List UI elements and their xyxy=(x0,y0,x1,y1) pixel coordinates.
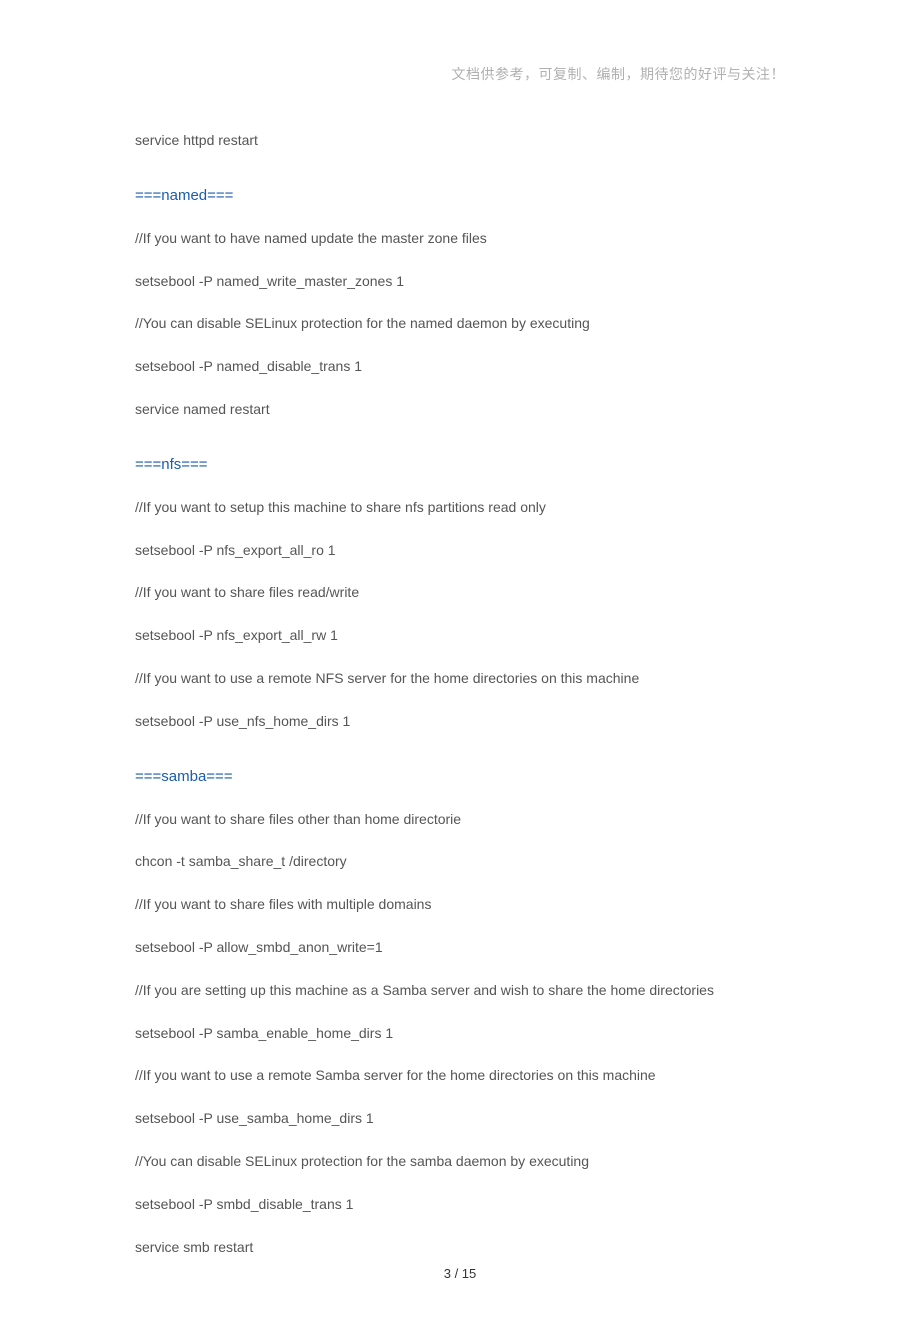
code-line: //If you want to use a remote NFS server… xyxy=(135,670,785,687)
code-line: //If you want to share files read/write xyxy=(135,584,785,601)
code-line: setsebool -P named_disable_trans 1 xyxy=(135,358,785,375)
page-number: 3 / 15 xyxy=(0,1266,920,1281)
code-line: //You can disable SELinux protection for… xyxy=(135,315,785,332)
section-heading-named: ===named=== xyxy=(135,187,785,204)
code-line: service smb restart xyxy=(135,1239,785,1256)
code-line: setsebool -P samba_enable_home_dirs 1 xyxy=(135,1025,785,1042)
code-line: service httpd restart xyxy=(135,132,785,149)
section-heading-nfs: ===nfs=== xyxy=(135,456,785,473)
code-line: setsebool -P use_samba_home_dirs 1 xyxy=(135,1110,785,1127)
code-line: //If you want to setup this machine to s… xyxy=(135,499,785,516)
header-note: 文档供参考，可复制、编制，期待您的好评与关注！ xyxy=(135,64,785,84)
code-line: setsebool -P nfs_export_all_ro 1 xyxy=(135,542,785,559)
section-heading-samba: ===samba=== xyxy=(135,768,785,785)
code-line: //If you want to use a remote Samba serv… xyxy=(135,1067,785,1084)
code-line: setsebool -P named_write_master_zones 1 xyxy=(135,273,785,290)
code-line: //If you want to have named update the m… xyxy=(135,230,785,247)
code-line: //If you are setting up this machine as … xyxy=(135,982,785,999)
code-line: //If you want to share files other than … xyxy=(135,811,785,828)
code-line: setsebool -P smbd_disable_trans 1 xyxy=(135,1196,785,1213)
document-page: 文档供参考，可复制、编制，期待您的好评与关注！ service httpd re… xyxy=(0,0,920,1321)
code-line: //If you want to share files with multip… xyxy=(135,896,785,913)
code-line: service named restart xyxy=(135,401,785,418)
code-line: //You can disable SELinux protection for… xyxy=(135,1153,785,1170)
code-line: setsebool -P use_nfs_home_dirs 1 xyxy=(135,713,785,730)
code-line: setsebool -P nfs_export_all_rw 1 xyxy=(135,627,785,644)
code-line: chcon -t samba_share_t /directory xyxy=(135,853,785,870)
code-line: setsebool -P allow_smbd_anon_write=1 xyxy=(135,939,785,956)
